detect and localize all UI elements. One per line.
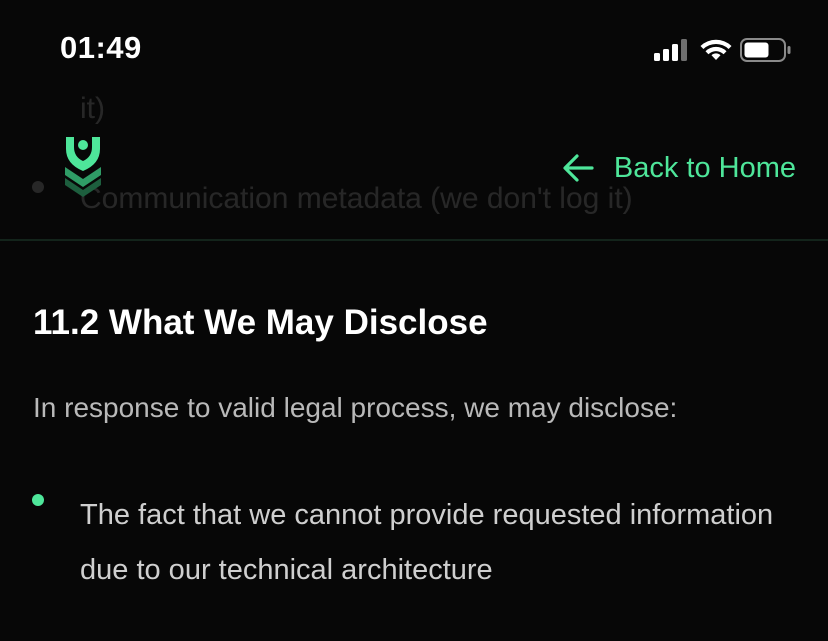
list-item: The fact that we cannot provide requeste…	[80, 499, 774, 586]
shield-chevron-logo-icon[interactable]	[62, 134, 104, 200]
battery-icon	[740, 38, 791, 62]
section-title: 11.2 What We May Disclose	[33, 303, 488, 342]
back-to-home-label: Back to Home	[613, 151, 796, 184]
scrolled-list-item: Communication metadata (we don't log it)	[80, 182, 633, 215]
scrolled-bullet-dot	[32, 181, 44, 193]
status-icons	[654, 38, 794, 62]
signal-icon	[654, 39, 687, 61]
arrow-left-icon	[563, 154, 594, 182]
status-time: 01:49	[60, 30, 142, 65]
back-to-home-link[interactable]: Back to Home	[562, 148, 796, 188]
header-divider	[0, 239, 828, 241]
wifi-icon	[700, 39, 732, 60]
scrolled-text-fragment: it)	[80, 92, 105, 125]
bullet-dot	[32, 494, 44, 506]
app-screen: 01:49 it) Communication metadata (we don…	[0, 0, 828, 641]
section-intro: In response to valid legal process, we m…	[33, 392, 678, 423]
